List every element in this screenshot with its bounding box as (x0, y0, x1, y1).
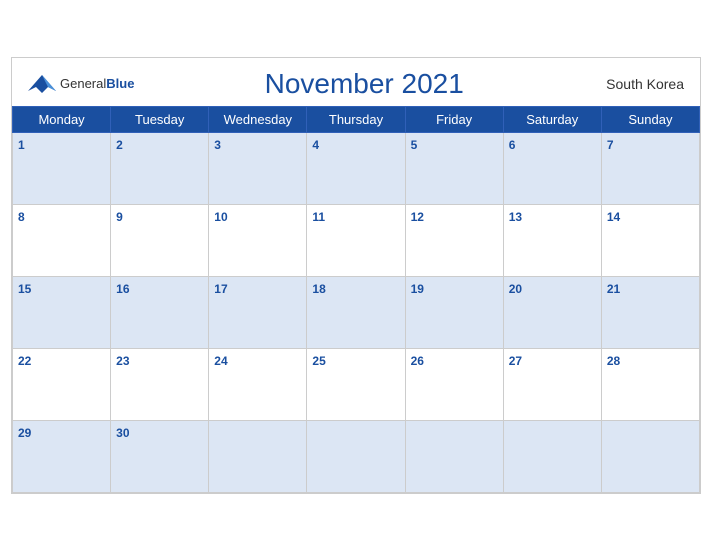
weekday-header-saturday: Saturday (503, 106, 601, 132)
calendar-cell: 23 (111, 348, 209, 420)
calendar-cell (503, 420, 601, 492)
calendar-cell: 30 (111, 420, 209, 492)
weekday-header-tuesday: Tuesday (111, 106, 209, 132)
day-number: 22 (18, 354, 31, 368)
calendar-header: GeneralBlue November 2021 South Korea (12, 58, 700, 106)
week-row-4: 22 23 24 25 26 27 28 (13, 348, 700, 420)
day-number: 25 (312, 354, 325, 368)
day-number: 7 (607, 138, 614, 152)
calendar-cell: 18 (307, 276, 405, 348)
day-number: 15 (18, 282, 31, 296)
calendar-cell: 14 (601, 204, 699, 276)
logo-blue: Blue (106, 76, 134, 91)
calendar-cell: 12 (405, 204, 503, 276)
calendar-cell: 10 (209, 204, 307, 276)
calendar-cell: 25 (307, 348, 405, 420)
day-number: 20 (509, 282, 522, 296)
calendar-cell: 21 (601, 276, 699, 348)
day-number: 17 (214, 282, 227, 296)
day-number: 27 (509, 354, 522, 368)
calendar-cell: 13 (503, 204, 601, 276)
calendar-cell: 11 (307, 204, 405, 276)
calendar-cell: 6 (503, 132, 601, 204)
calendar-cell: 7 (601, 132, 699, 204)
week-row-5: 29 30 (13, 420, 700, 492)
calendar-cell: 17 (209, 276, 307, 348)
logo: GeneralBlue (28, 73, 134, 95)
logo-icon (28, 73, 56, 95)
calendar-cell: 27 (503, 348, 601, 420)
weekday-header-friday: Friday (405, 106, 503, 132)
calendar-cell: 4 (307, 132, 405, 204)
calendar-grid: MondayTuesdayWednesdayThursdayFridaySatu… (12, 106, 700, 493)
calendar-cell: 5 (405, 132, 503, 204)
day-number: 18 (312, 282, 325, 296)
logo-general: General (60, 76, 106, 91)
day-number: 14 (607, 210, 620, 224)
day-number: 23 (116, 354, 129, 368)
calendar-cell: 29 (13, 420, 111, 492)
calendar-cell: 9 (111, 204, 209, 276)
calendar-cell: 28 (601, 348, 699, 420)
weekday-header-monday: Monday (13, 106, 111, 132)
calendar-cell: 2 (111, 132, 209, 204)
day-number: 30 (116, 426, 129, 440)
day-number: 12 (411, 210, 424, 224)
day-number: 13 (509, 210, 522, 224)
day-number: 6 (509, 138, 516, 152)
day-number: 21 (607, 282, 620, 296)
day-number: 16 (116, 282, 129, 296)
calendar-cell: 8 (13, 204, 111, 276)
weekday-header-wednesday: Wednesday (209, 106, 307, 132)
month-title: November 2021 (134, 68, 594, 100)
day-number: 1 (18, 138, 25, 152)
calendar-cell (307, 420, 405, 492)
week-row-2: 8 9 10 11 12 13 14 (13, 204, 700, 276)
calendar: GeneralBlue November 2021 South Korea Mo… (11, 57, 701, 494)
calendar-cell: 20 (503, 276, 601, 348)
week-row-3: 15 16 17 18 19 20 21 (13, 276, 700, 348)
day-number: 9 (116, 210, 123, 224)
calendar-cell (405, 420, 503, 492)
weekday-header-thursday: Thursday (307, 106, 405, 132)
calendar-cell (209, 420, 307, 492)
calendar-cell (601, 420, 699, 492)
calendar-cell: 1 (13, 132, 111, 204)
day-number: 24 (214, 354, 227, 368)
calendar-cell: 22 (13, 348, 111, 420)
day-number: 29 (18, 426, 31, 440)
day-number: 4 (312, 138, 319, 152)
day-number: 19 (411, 282, 424, 296)
calendar-cell: 15 (13, 276, 111, 348)
day-number: 8 (18, 210, 25, 224)
week-row-1: 1 2 3 4 5 6 7 (13, 132, 700, 204)
logo-text: GeneralBlue (60, 75, 134, 93)
day-number: 5 (411, 138, 418, 152)
calendar-cell: 3 (209, 132, 307, 204)
day-number: 3 (214, 138, 221, 152)
weekday-header-sunday: Sunday (601, 106, 699, 132)
calendar-cell: 19 (405, 276, 503, 348)
day-number: 10 (214, 210, 227, 224)
day-number: 28 (607, 354, 620, 368)
calendar-cell: 24 (209, 348, 307, 420)
calendar-cell: 26 (405, 348, 503, 420)
day-number: 2 (116, 138, 123, 152)
country-label: South Korea (594, 76, 684, 92)
calendar-cell: 16 (111, 276, 209, 348)
day-number: 26 (411, 354, 424, 368)
weekday-header-row: MondayTuesdayWednesdayThursdayFridaySatu… (13, 106, 700, 132)
day-number: 11 (312, 210, 325, 224)
